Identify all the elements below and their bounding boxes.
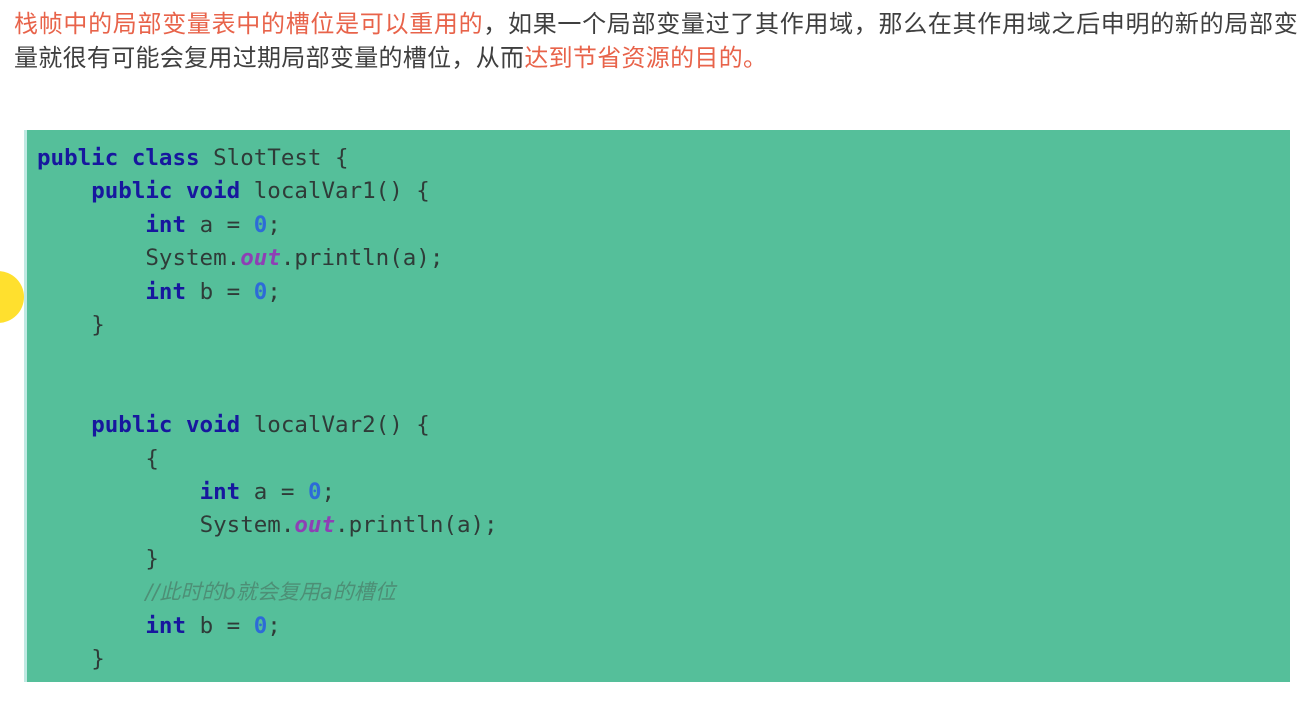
code-token-num: 0 [253,211,268,238]
yellow-bullet-dot-icon [0,271,24,323]
code-line: int b = 0; [37,610,1290,643]
code-line: System.out.println(a); [37,509,1290,542]
code-token-pl: ; [267,211,281,238]
explanatory-paragraph: 栈帧中的局部变量表中的槽位是可以重用的，如果一个局部变量过了其作用域，那么在其作… [14,8,1298,76]
code-token-pl: System. [145,245,241,272]
code-token-pl: a = [199,211,254,238]
code-token-pl: } [145,545,159,572]
prose-segment-2: 达到节省资源的目的。 [524,45,768,72]
code-line: int a = 0; [37,209,1290,242]
watermark [955,679,1295,699]
code-token-kw: void [186,412,254,439]
code-token-num: 0 [253,612,268,639]
code-token-kw: int [199,479,254,506]
code-token-kw: public [91,412,187,439]
code-line: //此时的b就会复用a的槽位 [37,576,1290,609]
code-token-kw: public [91,178,187,205]
code-token-fld: out [294,512,336,539]
code-token-num: 0 [307,479,322,506]
code-token-pl: } [91,646,105,673]
code-token-pl: .println(a); [280,245,444,272]
code-token-pl: ; [267,612,281,639]
code-line: public class SlotTest { [37,142,1290,175]
code-token-kw: int [145,278,200,305]
prose-segment-0: 栈帧中的局部变量表中的槽位是可以重用的 [14,11,484,38]
code-line: System.out.println(a); [37,242,1290,275]
code-line: } [37,677,1290,683]
java-code-block: public class SlotTest { public void loca… [24,130,1290,682]
code-line: } [37,643,1290,676]
code-line: int b = 0; [37,276,1290,309]
code-token-pl: ; [267,278,281,305]
code-line: int a = 0; [37,476,1290,509]
code-lines: public class SlotTest { public void loca… [37,142,1290,682]
code-token-pl: System. [199,512,295,539]
code-line: } [37,309,1290,342]
code-token-pl: { [145,445,159,472]
code-token-pl: a = [253,479,308,506]
code-token-pl: localVar2() { [253,412,430,439]
code-line: { [37,443,1290,476]
code-token-kw: int [145,612,200,639]
code-token-kw: void [186,178,254,205]
code-token-pl: } [91,312,105,339]
code-token-kw: class [131,145,214,171]
code-token-cmt: //此时的b就会复用a的槽位 [145,580,396,605]
code-line: } [37,543,1290,576]
code-token-kw: public [37,145,132,171]
code-line: public void localVar2() { [37,409,1290,442]
code-token-pl: localVar1() { [253,178,430,205]
code-token-num: 0 [253,278,268,305]
code-token-pl: b = [199,612,254,639]
code-token-pl: ; [321,479,336,506]
code-token-fld: out [240,245,281,272]
code-token-pl: b = [199,278,254,305]
code-token-pl: SlotTest { [213,145,349,171]
code-token-pl: } [37,680,51,683]
code-line: public void localVar1() { [37,175,1290,208]
code-token-kw: int [145,211,200,238]
code-token-pl: .println(a); [335,512,498,539]
